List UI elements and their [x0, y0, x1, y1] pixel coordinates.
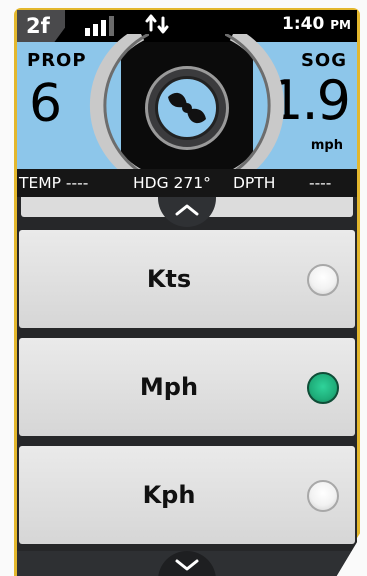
radio-button-selected[interactable] [307, 372, 339, 404]
info-strip: TEMP ---- HDG 271° DPTH ---- [17, 169, 357, 197]
chevron-up-icon [175, 204, 199, 216]
scroll-down-button[interactable] [158, 551, 216, 576]
temp-readout: TEMP ---- [19, 169, 88, 197]
depth-value: ---- [309, 174, 332, 192]
unit-option-label: Kph [142, 481, 196, 509]
propeller-icon [155, 76, 219, 140]
radio-button[interactable] [307, 264, 339, 296]
heading-readout: HDG 271° [133, 169, 211, 197]
channel-badge: 2f [17, 10, 65, 42]
heading-value: 271° [173, 174, 211, 192]
unit-option-mph[interactable]: Mph [19, 338, 355, 436]
unit-option-kph[interactable]: Kph [19, 446, 355, 544]
radio-button[interactable] [307, 480, 339, 512]
screen: 2f 1:40 PM PROP 6 SOG 1.9 mph TEMP ---- … [17, 10, 357, 576]
prop-value: 6 [29, 74, 63, 134]
sog-unit: mph [310, 138, 343, 153]
unit-option-label: Mph [139, 373, 199, 401]
propeller-mode-button[interactable] [145, 66, 229, 150]
scroll-up-button[interactable] [158, 197, 216, 227]
temp-value: ---- [65, 174, 89, 192]
heading-label: HDG [133, 174, 169, 192]
units-list: Kts Mph Kph [17, 197, 357, 551]
sog-label: SOG [300, 50, 347, 71]
prop-gauge-arc [89, 34, 149, 177]
signal-strength-icon [85, 16, 125, 36]
unit-option-label: Kts [146, 265, 192, 293]
unit-option-kts[interactable]: Kts [19, 230, 355, 328]
clock-time: 1:40 [282, 14, 325, 34]
chevron-down-icon [175, 559, 199, 571]
sog-gauge-arc [225, 34, 285, 177]
prop-label: PROP [27, 50, 87, 71]
clock-ampm: PM [330, 18, 351, 32]
status-bar: 2f 1:40 PM [17, 10, 357, 42]
depth-label: DPTH [233, 174, 276, 192]
clock: 1:40 PM [282, 14, 351, 34]
gauge-panel: PROP 6 SOG 1.9 mph [17, 34, 357, 177]
temp-label: TEMP [19, 174, 61, 192]
